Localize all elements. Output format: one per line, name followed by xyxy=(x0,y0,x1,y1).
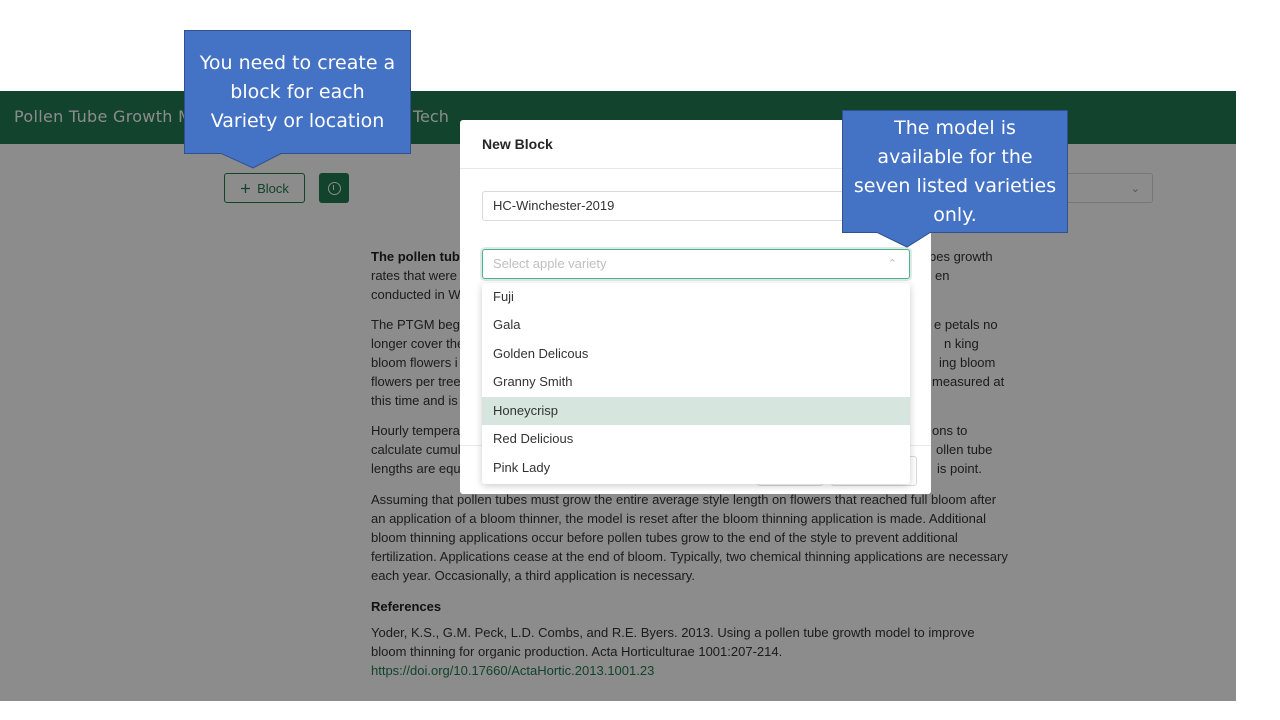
callout-line: only. xyxy=(933,204,977,226)
variety-option[interactable]: Granny Smith xyxy=(482,368,910,396)
variety-option[interactable]: Golden Delicous xyxy=(482,340,910,368)
callout-line: The model is xyxy=(894,117,1016,139)
variety-option[interactable]: Pink Lady xyxy=(482,454,910,482)
slide-canvas: Pollen Tube Growth M Tech Block ⌄ The po… xyxy=(0,0,1280,720)
variety-option[interactable]: Red Delicious xyxy=(482,425,910,453)
callout-pointer xyxy=(876,232,932,248)
callout-line: You need to create a xyxy=(199,52,396,74)
variety-placeholder: Select apple variety xyxy=(493,256,607,271)
callout-line: block for each xyxy=(230,81,365,103)
chevron-up-icon: ⌃ xyxy=(887,258,897,270)
modal-title: New Block xyxy=(482,136,553,152)
apple-variety-select[interactable]: Select apple variety ⌃ xyxy=(482,249,910,279)
callout-line: Variety or location xyxy=(210,110,385,132)
variety-option-highlighted[interactable]: Honeycrisp xyxy=(482,397,910,425)
variety-option[interactable]: Gala xyxy=(482,311,910,339)
callout-pointer xyxy=(220,153,282,169)
callout-varieties: The model is available for the seven lis… xyxy=(842,110,1068,233)
callout-create-block: You need to create a block for each Vari… xyxy=(184,30,411,154)
variety-dropdown: Fuji Gala Golden Delicous Granny Smith H… xyxy=(482,283,910,484)
callout-line: available for the xyxy=(877,146,1033,168)
callout-line: seven listed varieties xyxy=(853,175,1057,197)
variety-option[interactable]: Fuji xyxy=(482,283,910,311)
